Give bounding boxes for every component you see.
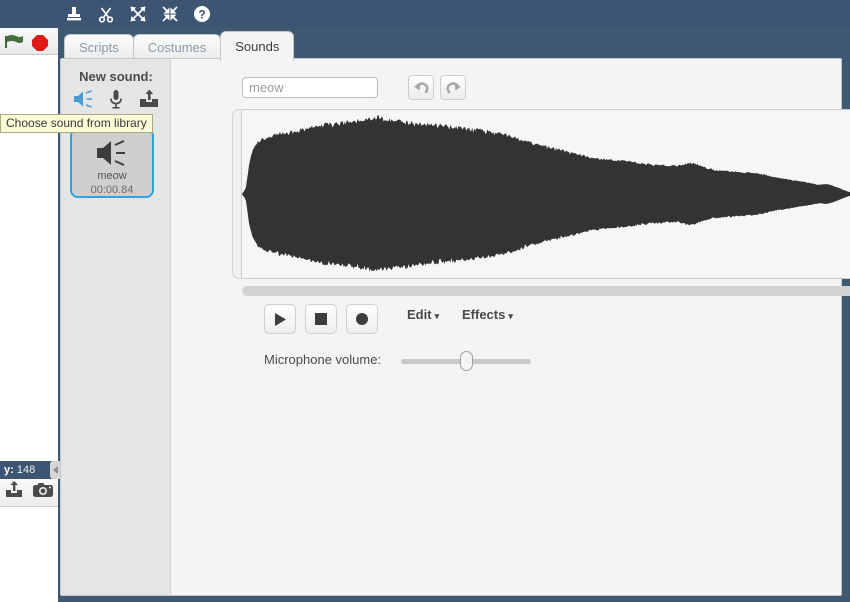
microphone-icon[interactable] (108, 89, 124, 114)
svg-text:?: ? (198, 8, 205, 22)
coordinate-value: 148 (16, 464, 36, 476)
tooltip: Choose sound from library (0, 114, 153, 133)
redo-button[interactable] (440, 75, 466, 100)
waveform-display[interactable] (241, 109, 850, 279)
tab-costumes[interactable]: Costumes (132, 34, 222, 61)
cut-scissors-icon[interactable] (96, 4, 116, 24)
sound-list-item-meow[interactable]: meow 00:00.84 (70, 128, 154, 198)
camera-icon[interactable] (32, 481, 54, 504)
tab-sounds[interactable]: Sounds (220, 31, 295, 61)
sound-editor: Edit▾ Effects▾ Microphone volume: (171, 59, 850, 595)
sounds-panel-inner: New sound: meow 00:00.84 meow Edit ▾ Eff… (61, 59, 850, 595)
shrink-icon[interactable] (160, 4, 180, 24)
editor-tabs: Scripts Costumes Sounds (64, 31, 295, 61)
toolbar-icon-group: ? (64, 0, 212, 28)
upload-sprite-icon[interactable] (4, 481, 24, 504)
scratch-editor-window: ? y: 148 Scripts Costumes Sounds New sou… (0, 0, 850, 602)
waveform-horizontal-scrollbar[interactable] (242, 286, 850, 296)
stop-sign-icon[interactable] (31, 34, 49, 57)
chevron-down-icon: ▾ (434, 311, 440, 321)
undo-button[interactable] (408, 75, 434, 100)
new-sound-heading: New sound: (79, 69, 153, 84)
top-toolbar: ? (0, 0, 850, 28)
sound-library-icon[interactable] (72, 89, 94, 114)
sound-item-duration: 00:00.84 (90, 184, 134, 196)
record-button[interactable] (346, 304, 378, 334)
duplicate-stamp-icon[interactable] (64, 4, 84, 24)
new-sound-icon-group (61, 89, 171, 113)
green-flag-icon[interactable] (3, 34, 25, 55)
effects-menu-label: Effects (462, 307, 506, 322)
sound-name-input[interactable] (242, 77, 378, 98)
coordinate-axis-label: y: (4, 464, 14, 476)
grow-icon[interactable] (128, 4, 148, 24)
chevron-down-icon: ▾ (508, 311, 513, 321)
sprite-pane[interactable] (0, 507, 58, 602)
stage-control-bar (0, 28, 58, 55)
tab-scripts[interactable]: Scripts (64, 34, 134, 61)
play-button[interactable] (264, 304, 296, 334)
upload-sound-icon[interactable] (138, 89, 160, 114)
speaker-icon (94, 138, 130, 173)
stop-button[interactable] (305, 304, 337, 334)
sound-list-sidebar: New sound: meow 00:00.84 (61, 59, 171, 595)
sounds-panel: New sound: meow 00:00.84 meow Edit ▾ Eff… (60, 58, 850, 596)
edit-menu[interactable]: Edit ▾ (407, 307, 439, 322)
microphone-volume-thumb[interactable] (459, 351, 473, 371)
sound-item-name: meow (97, 170, 127, 182)
microphone-volume-label: Microphone volume: (264, 352, 382, 367)
waveform-canvas (242, 115, 850, 272)
sprite-action-bar (0, 479, 58, 507)
edit-menu-label: Edit (407, 307, 432, 322)
effects-menu[interactable]: Effects ▾ (462, 307, 513, 322)
help-icon[interactable]: ? (192, 4, 212, 24)
